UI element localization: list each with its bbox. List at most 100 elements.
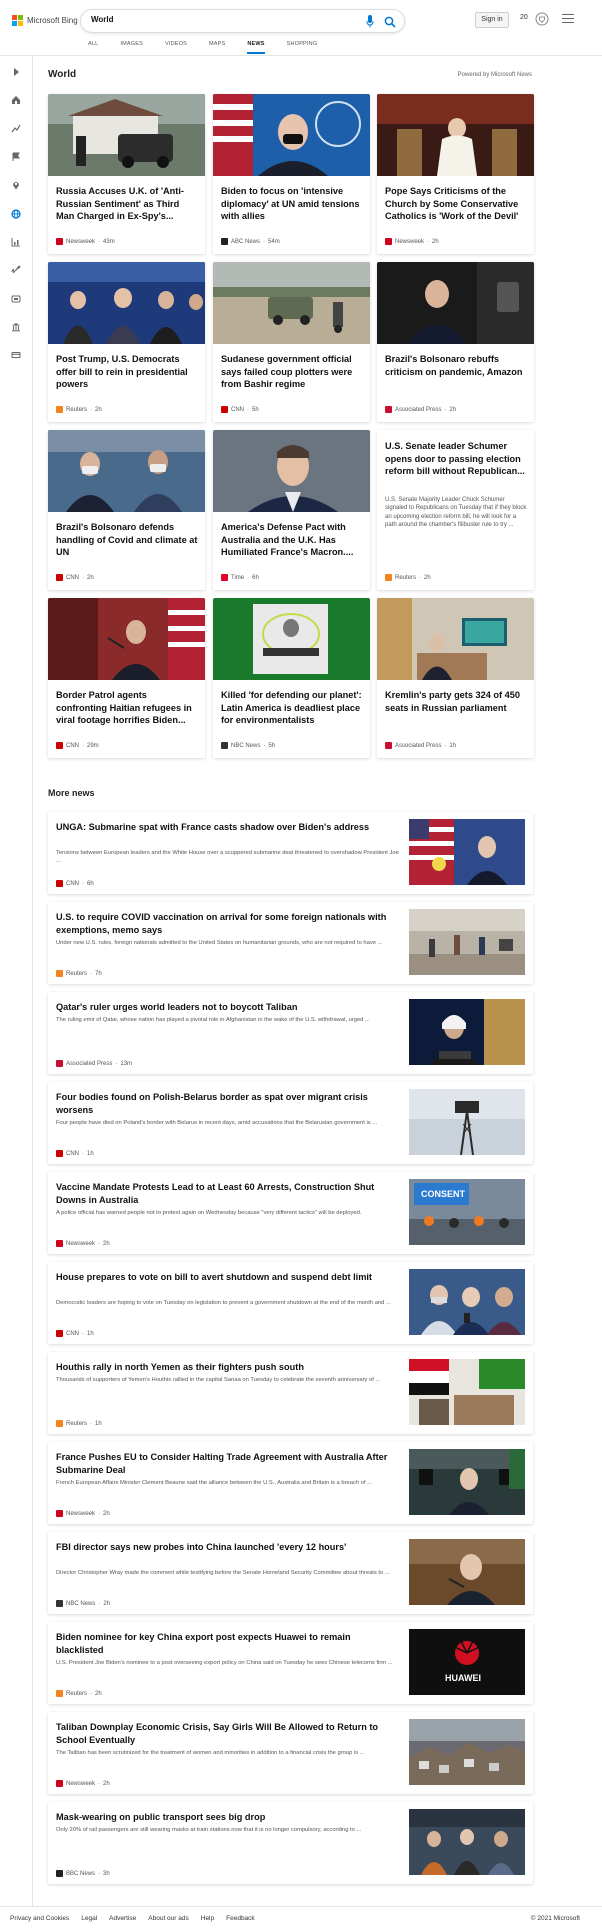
footer-link-help[interactable]: Help bbox=[201, 1915, 214, 1922]
news-item-title[interactable]: Qatar's ruler urges world leaders not to… bbox=[56, 1001, 400, 1014]
flag-icon[interactable] bbox=[10, 151, 22, 163]
news-card-title[interactable]: Kremlin's party gets 324 of 450 seats in… bbox=[385, 689, 527, 714]
news-card[interactable]: America's Defense Pact with Australia an… bbox=[213, 430, 370, 590]
footer-link-advertise[interactable]: Advertise bbox=[109, 1915, 136, 1922]
news-item-thumbnail[interactable]: HUAWEI bbox=[409, 1629, 525, 1695]
tab-maps[interactable]: MAPS bbox=[209, 41, 225, 54]
tab-shopping[interactable]: SHOPPING bbox=[287, 41, 318, 54]
entertainment-icon[interactable] bbox=[10, 293, 22, 305]
tab-videos[interactable]: VIDEOS bbox=[165, 41, 187, 54]
news-card-title[interactable]: Biden to focus on 'intensive diplomacy' … bbox=[221, 185, 363, 223]
news-item-title[interactable]: FBI director says new probes into China … bbox=[56, 1541, 400, 1554]
news-list-item[interactable]: U.S. to require COVID vaccination on arr… bbox=[48, 902, 533, 984]
news-card[interactable]: Biden to focus on 'intensive diplomacy' … bbox=[213, 94, 370, 254]
news-item-title[interactable]: Vaccine Mandate Protests Lead to at Leas… bbox=[56, 1181, 400, 1206]
news-list-item[interactable]: Four bodies found on Polish-Belarus bord… bbox=[48, 1082, 533, 1164]
news-item-thumbnail[interactable]: CONSENT bbox=[409, 1179, 525, 1245]
news-item-title[interactable]: UNGA: Submarine spat with France casts s… bbox=[56, 821, 400, 834]
news-card[interactable]: Border Patrol agents confronting Haitian… bbox=[48, 598, 205, 758]
news-item-title[interactable]: U.S. to require COVID vaccination on arr… bbox=[56, 911, 400, 936]
news-item-title[interactable]: Houthis rally in north Yemen as their fi… bbox=[56, 1361, 400, 1374]
news-card[interactable]: Pope Says Criticisms of the Church by So… bbox=[377, 94, 534, 254]
news-card[interactable]: Post Trump, U.S. Democrats offer bill to… bbox=[48, 262, 205, 422]
news-card-image[interactable] bbox=[377, 262, 534, 344]
footer-link-privacy[interactable]: Privacy and Cookies bbox=[10, 1915, 69, 1922]
business-chart-icon[interactable] bbox=[10, 236, 22, 248]
microphone-icon[interactable] bbox=[366, 15, 374, 28]
news-card-image[interactable] bbox=[48, 598, 205, 680]
footer-link-about-ads[interactable]: About our ads bbox=[148, 1915, 188, 1922]
news-item-title[interactable]: Taliban Downplay Economic Crisis, Say Gi… bbox=[56, 1721, 400, 1746]
news-item-thumbnail[interactable] bbox=[409, 999, 525, 1065]
news-card[interactable]: Brazil's Bolsonaro rebuffs criticism on … bbox=[377, 262, 534, 422]
news-list-item[interactable]: France Pushes EU to Consider Halting Tra… bbox=[48, 1442, 533, 1524]
news-list-item[interactable]: House prepares to vote on bill to avert … bbox=[48, 1262, 533, 1344]
news-card-image[interactable] bbox=[377, 598, 534, 680]
tab-all[interactable]: ALL bbox=[88, 41, 98, 54]
footer-link-feedback[interactable]: Feedback bbox=[226, 1915, 255, 1922]
footer-link-legal[interactable]: Legal bbox=[81, 1915, 97, 1922]
news-list-item[interactable]: Qatar's ruler urges world leaders not to… bbox=[48, 992, 533, 1074]
news-card-title[interactable]: U.S. Senate leader Schumer opens door to… bbox=[385, 440, 527, 478]
trending-icon[interactable] bbox=[10, 122, 22, 134]
news-item-thumbnail[interactable] bbox=[409, 1089, 525, 1155]
news-list-item[interactable]: UNGA: Submarine spat with France casts s… bbox=[48, 812, 533, 894]
news-card-title[interactable]: America's Defense Pact with Australia an… bbox=[221, 521, 363, 559]
news-item-title[interactable]: House prepares to vote on bill to avert … bbox=[56, 1271, 400, 1284]
news-list-item[interactable]: Mask-wearing on public transport sees bi… bbox=[48, 1802, 533, 1884]
news-card-title[interactable]: Russia Accuses U.K. of 'Anti-Russian Sen… bbox=[56, 185, 198, 223]
search-input[interactable] bbox=[91, 15, 341, 24]
news-item-thumbnail[interactable] bbox=[409, 819, 525, 885]
news-item-thumbnail[interactable] bbox=[409, 909, 525, 975]
location-pin-icon[interactable] bbox=[10, 179, 22, 191]
news-card-image[interactable] bbox=[48, 430, 205, 512]
politics-building-icon[interactable] bbox=[10, 321, 22, 333]
news-card-title[interactable]: Brazil's Bolsonaro rebuffs criticism on … bbox=[385, 353, 527, 378]
news-card-title[interactable]: Brazil's Bolsonaro defends handling of C… bbox=[56, 521, 198, 559]
news-item-title[interactable]: France Pushes EU to Consider Halting Tra… bbox=[56, 1451, 400, 1476]
news-card[interactable]: U.S. Senate leader Schumer opens door to… bbox=[377, 430, 534, 590]
news-card-title[interactable]: Killed 'for defending our planet': Latin… bbox=[221, 689, 363, 727]
money-card-icon[interactable] bbox=[10, 349, 22, 361]
news-card-image[interactable] bbox=[213, 598, 370, 680]
news-item-thumbnail[interactable] bbox=[409, 1539, 525, 1605]
news-item-thumbnail[interactable] bbox=[409, 1719, 525, 1785]
news-card-image[interactable] bbox=[377, 94, 534, 176]
news-card[interactable]: Russia Accuses U.K. of 'Anti-Russian Sen… bbox=[48, 94, 205, 254]
news-list-item[interactable]: Houthis rally in north Yemen as their fi… bbox=[48, 1352, 533, 1434]
news-card-title[interactable]: Post Trump, U.S. Democrats offer bill to… bbox=[56, 353, 198, 391]
powered-by-label[interactable]: Powered by Microsoft News bbox=[458, 72, 532, 78]
hamburger-menu-icon[interactable] bbox=[562, 14, 574, 24]
tab-news[interactable]: NEWS bbox=[247, 41, 265, 54]
news-card[interactable]: Brazil's Bolsonaro defends handling of C… bbox=[48, 430, 205, 590]
expand-rail-icon[interactable] bbox=[10, 66, 22, 78]
rewards-trophy-icon[interactable] bbox=[535, 12, 549, 28]
news-list-item[interactable]: Taliban Downplay Economic Crisis, Say Gi… bbox=[48, 1712, 533, 1794]
bing-logo[interactable]: Microsoft Bing bbox=[12, 15, 78, 26]
news-list-item[interactable]: Biden nominee for key China export post … bbox=[48, 1622, 533, 1704]
news-item-thumbnail[interactable] bbox=[409, 1359, 525, 1425]
news-list-item[interactable]: Vaccine Mandate Protests Lead to at Leas… bbox=[48, 1172, 533, 1254]
sign-in-button[interactable]: Sign in bbox=[475, 12, 509, 28]
home-icon[interactable] bbox=[10, 94, 22, 106]
news-card[interactable]: Sudanese government official says failed… bbox=[213, 262, 370, 422]
news-card-image[interactable] bbox=[48, 94, 205, 176]
news-card-title[interactable]: Pope Says Criticisms of the Church by So… bbox=[385, 185, 527, 223]
science-rocket-icon[interactable] bbox=[10, 264, 22, 276]
news-card[interactable]: Killed 'for defending our planet': Latin… bbox=[213, 598, 370, 758]
news-item-thumbnail[interactable] bbox=[409, 1269, 525, 1335]
news-item-thumbnail[interactable] bbox=[409, 1449, 525, 1515]
news-item-thumbnail[interactable] bbox=[409, 1809, 525, 1875]
news-card-title[interactable]: Border Patrol agents confronting Haitian… bbox=[56, 689, 198, 727]
search-icon[interactable] bbox=[384, 15, 396, 28]
news-item-title[interactable]: Biden nominee for key China export post … bbox=[56, 1631, 400, 1656]
rewards-count[interactable]: 20 bbox=[520, 14, 528, 21]
news-card-image[interactable] bbox=[213, 262, 370, 344]
news-list-item[interactable]: FBI director says new probes into China … bbox=[48, 1532, 533, 1614]
news-card-image[interactable] bbox=[213, 94, 370, 176]
tab-images[interactable]: IMAGES bbox=[120, 41, 143, 54]
globe-icon[interactable] bbox=[10, 208, 22, 220]
news-item-title[interactable]: Mask-wearing on public transport sees bi… bbox=[56, 1811, 400, 1824]
news-card-image[interactable] bbox=[213, 430, 370, 512]
news-card-title[interactable]: Sudanese government official says failed… bbox=[221, 353, 363, 391]
